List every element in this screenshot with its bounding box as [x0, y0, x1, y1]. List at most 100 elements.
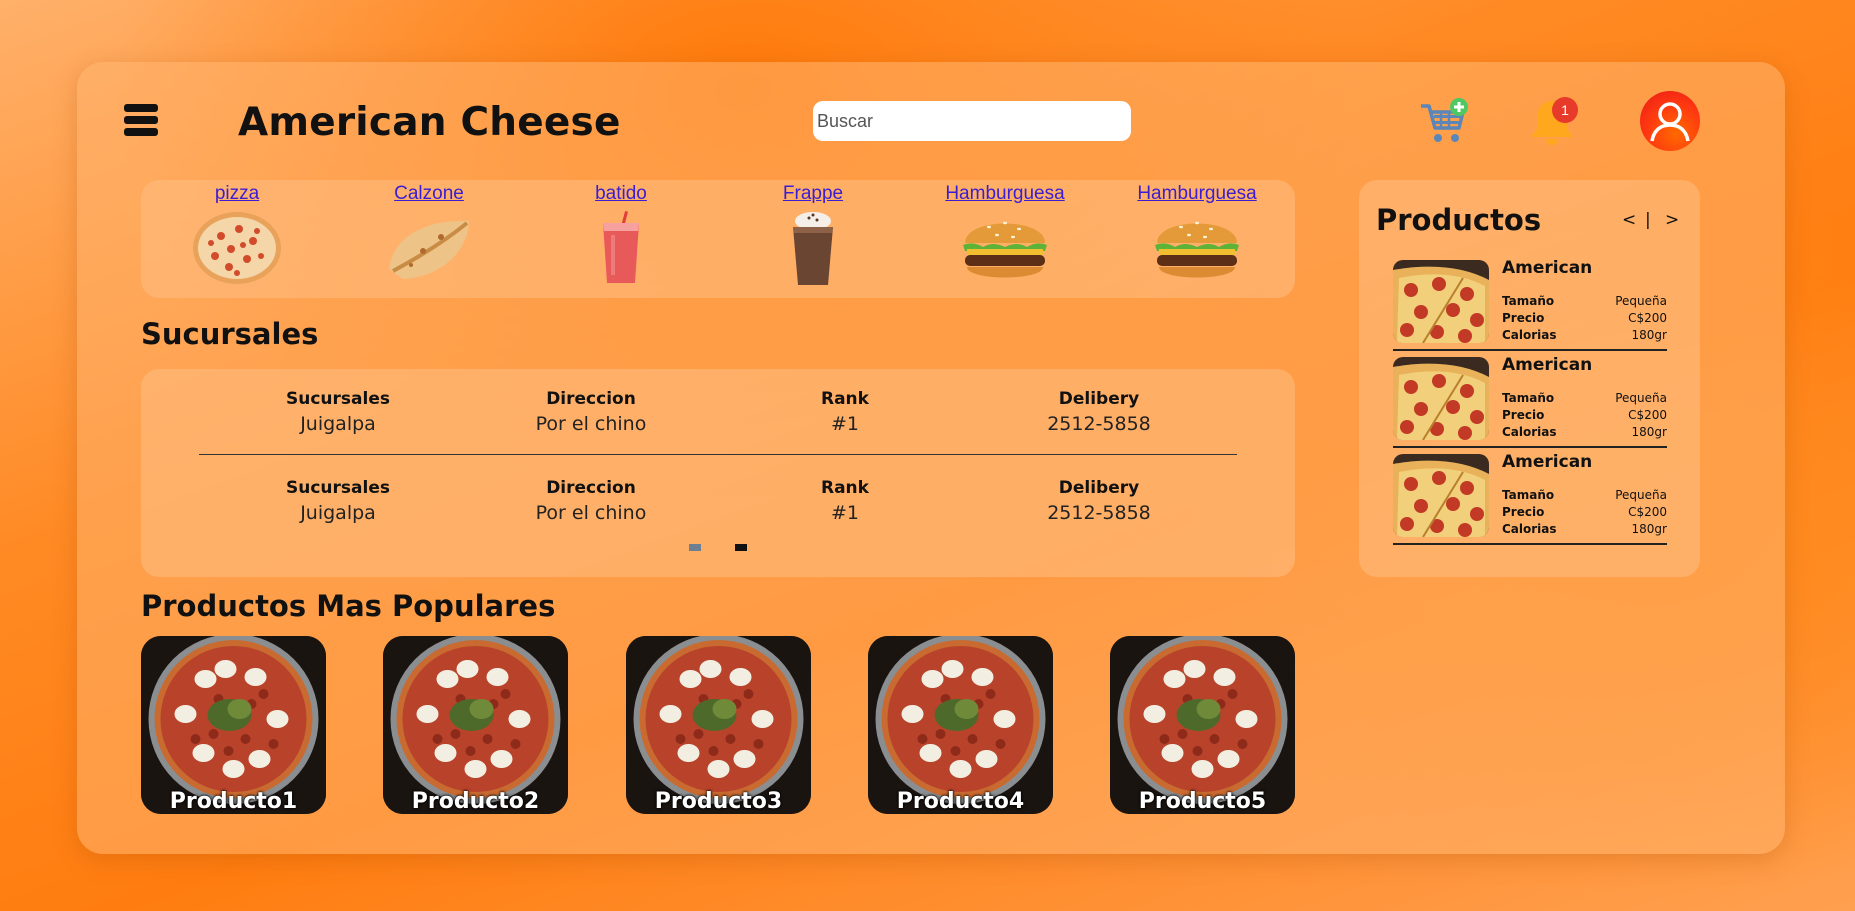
branch-address: Por el chino: [535, 502, 647, 524]
spec-label: Tamaño: [1502, 391, 1555, 405]
category-item-frappe[interactable]: Frappe: [738, 183, 888, 285]
category-item-hamburguesa-2[interactable]: Hamburguesa: [1122, 183, 1272, 285]
column-header: Delibery: [1058, 389, 1140, 409]
category-link[interactable]: Hamburguesa: [1122, 183, 1272, 207]
product-price-row: Precio C$200: [1502, 505, 1667, 519]
column-header: Direccion: [546, 389, 636, 409]
branches-carousel: Sucursales Juigalpa Direccion Por el chi…: [141, 369, 1295, 577]
spec-label: Tamaño: [1502, 488, 1555, 502]
branch-name: Juigalpa: [300, 502, 376, 524]
product-thumbnail: [1393, 357, 1489, 440]
category-item-pizza[interactable]: pizza: [162, 183, 312, 285]
product-calories-row: Calorias 180gr: [1502, 425, 1667, 439]
spec-value: Pequeña: [1615, 488, 1667, 502]
spec-value: 180gr: [1631, 328, 1667, 342]
category-link[interactable]: Frappe: [738, 183, 888, 207]
spec-label: Precio: [1502, 408, 1545, 422]
product-size-row: Tamaño Pequeña: [1502, 294, 1667, 308]
popular-product-label: Producto2: [411, 789, 540, 814]
smoothie-icon: [603, 211, 639, 283]
product-name: American: [1502, 258, 1593, 278]
category-link[interactable]: pizza: [162, 183, 312, 207]
pizza-image: [141, 636, 326, 814]
search-input[interactable]: [813, 101, 1131, 141]
category-item-batido[interactable]: batido: [546, 183, 696, 285]
spec-value: Pequeña: [1615, 391, 1667, 405]
product-name: American: [1502, 355, 1593, 375]
spec-label: Precio: [1502, 505, 1545, 519]
spec-label: Calorias: [1502, 522, 1557, 536]
branch-name: Juigalpa: [300, 413, 376, 435]
item-divider: [1393, 349, 1667, 351]
popular-product-card[interactable]: Producto5: [1110, 636, 1295, 814]
product-price-row: Precio C$200: [1502, 311, 1667, 325]
popular-product-card[interactable]: Producto3: [626, 636, 811, 814]
product-list-item[interactable]: American Tamaño Pequeña Precio C$200 Cal…: [1393, 452, 1667, 548]
product-calories-row: Calorias 180gr: [1502, 522, 1667, 536]
spec-label: Precio: [1502, 311, 1545, 325]
popular-title: Productos Mas Populares: [141, 589, 556, 623]
popular-product-label: Producto1: [169, 789, 298, 814]
product-name: American: [1502, 452, 1593, 472]
product-price-row: Precio C$200: [1502, 408, 1667, 422]
notification-badge: 1: [1552, 97, 1578, 123]
row-divider: [199, 454, 1237, 455]
column-header: Rank: [821, 389, 869, 409]
product-size-row: Tamaño Pequeña: [1502, 391, 1667, 405]
column-header: Direccion: [546, 478, 636, 498]
spec-value: C$200: [1628, 311, 1667, 325]
carousel-dot-1[interactable]: [689, 544, 701, 551]
product-list-item[interactable]: American Tamaño Pequeña Precio C$200 Cal…: [1393, 258, 1667, 354]
column-header: Sucursales: [286, 478, 390, 498]
product-size-row: Tamaño Pequeña: [1502, 488, 1667, 502]
spec-value: Pequeña: [1615, 294, 1667, 308]
burger-icon: [963, 221, 1047, 278]
pizza-image: [383, 636, 568, 814]
popular-product-card[interactable]: Producto1: [141, 636, 326, 814]
product-thumbnail: [1393, 454, 1489, 537]
pizza-icon: [193, 212, 281, 284]
frappe-icon: [793, 212, 833, 285]
products-prev-button[interactable]: <: [1622, 210, 1636, 230]
cart-add-icon[interactable]: [1419, 96, 1471, 146]
calzone-icon: [389, 220, 469, 279]
products-next-button[interactable]: >: [1665, 210, 1679, 230]
column-header: Sucursales: [286, 389, 390, 409]
product-list-item[interactable]: American Tamaño Pequeña Precio C$200 Cal…: [1393, 355, 1667, 451]
column-header: Delibery: [1058, 478, 1140, 498]
spec-label: Calorias: [1502, 425, 1557, 439]
products-title: Productos: [1376, 203, 1542, 237]
category-item-calzone[interactable]: Calzone: [354, 183, 504, 285]
user-avatar-icon[interactable]: [1640, 91, 1700, 151]
popular-product-label: Producto5: [1138, 789, 1267, 814]
item-divider: [1393, 543, 1667, 545]
spec-value: C$200: [1628, 505, 1667, 519]
product-thumbnail: [1393, 260, 1489, 343]
pizza-image: [868, 636, 1053, 814]
item-divider: [1393, 446, 1667, 448]
pizza-image: [626, 636, 811, 814]
spec-label: Calorias: [1502, 328, 1557, 342]
category-link[interactable]: Calzone: [354, 183, 504, 207]
products-nav-separator: |: [1645, 210, 1651, 230]
pizza-image: [1110, 636, 1295, 814]
popular-product-card[interactable]: Producto4: [868, 636, 1053, 814]
carousel-dot-2[interactable]: [735, 544, 747, 551]
product-calories-row: Calorias 180gr: [1502, 328, 1667, 342]
spec-value: 180gr: [1631, 425, 1667, 439]
burger-icon: [1155, 221, 1239, 278]
app-title: American Cheese: [238, 100, 621, 145]
column-header: Rank: [821, 478, 869, 498]
branch-address: Por el chino: [535, 413, 647, 435]
popular-product-label: Producto4: [896, 789, 1025, 814]
category-item-hamburguesa[interactable]: Hamburguesa: [930, 183, 1080, 285]
menu-icon[interactable]: [124, 104, 158, 136]
branch-rank: #1: [830, 502, 859, 524]
branch-delivery: 2512-5858: [1047, 502, 1151, 524]
category-link[interactable]: Hamburguesa: [930, 183, 1080, 207]
spec-value: C$200: [1628, 408, 1667, 422]
branches-title: Sucursales: [141, 317, 319, 351]
popular-product-card[interactable]: Producto2: [383, 636, 568, 814]
category-link[interactable]: batido: [546, 183, 696, 207]
spec-value: 180gr: [1631, 522, 1667, 536]
